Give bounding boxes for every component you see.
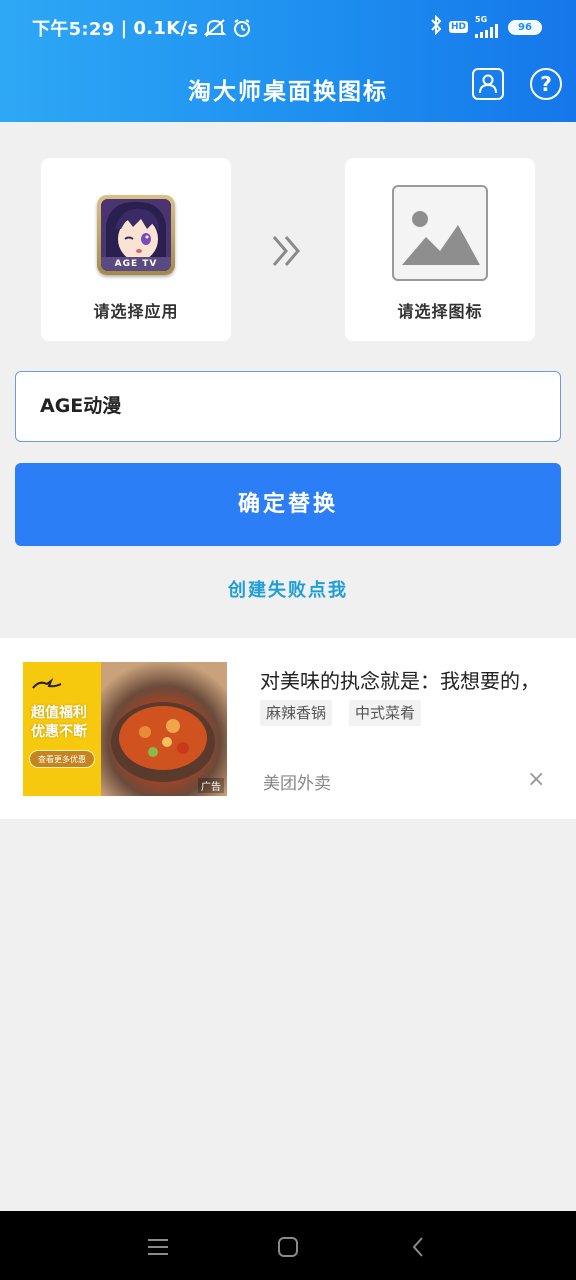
status-time: 下午5:29: [32, 19, 115, 40]
signal-icon: [475, 24, 498, 38]
back-icon: [412, 1237, 423, 1257]
ad-chip: 麻辣香锅: [260, 700, 333, 726]
double-chevron-right-icon: [270, 233, 306, 269]
select-icon-label: 请选择图标: [397, 302, 483, 321]
app-header: 下午5:29 | 0.1K/s HD 5G 96 淘大师桌面换图标 ?: [0, 0, 576, 122]
home-icon: [278, 1237, 298, 1257]
ad-slogan: 超值福利 优惠不断: [31, 704, 87, 742]
home-button[interactable]: [274, 1233, 302, 1261]
ad-food-photo: [101, 662, 227, 796]
create-failed-link[interactable]: 创建失败点我: [0, 576, 576, 602]
bluetooth-icon: [430, 14, 442, 39]
status-bar: 下午5:29 | 0.1K/s HD 5G 96: [0, 0, 576, 54]
select-app-label: 请选择应用: [93, 302, 179, 321]
ad-slogan-line1: 超值福利: [31, 705, 87, 721]
network-label: 5G: [475, 15, 488, 24]
signal-group: 5G: [475, 16, 501, 38]
ad-tag: 广告: [198, 778, 224, 793]
status-speed: 0.1K/s: [133, 17, 199, 39]
ad-cta-button[interactable]: 查看更多优惠: [29, 750, 95, 768]
ad-source: 美团外卖: [263, 774, 331, 794]
selected-app-icon: AGE TV: [97, 195, 175, 275]
status-right: HD 5G 96: [430, 14, 542, 39]
help-button[interactable]: ?: [530, 68, 562, 100]
system-nav-bar: [0, 1211, 576, 1280]
user-icon: [479, 74, 497, 94]
ad-slogan-line2: 优惠不断: [31, 724, 87, 740]
title-bar: 淘大师桌面换图标 ?: [0, 60, 576, 110]
ad-title[interactable]: 对美味的执念就是：我想要的，: [260, 665, 570, 694]
battery-indicator: 96: [508, 19, 542, 35]
select-icon-card[interactable]: 请选择图标: [345, 158, 535, 341]
kangaroo-logo-icon: [32, 678, 62, 689]
menu-icon: [148, 1239, 168, 1255]
ad-image[interactable]: 超值福利 优惠不断 查看更多优惠 广告: [23, 662, 227, 796]
menu-button[interactable]: [144, 1233, 172, 1261]
app-thumb-label: AGE TV: [114, 259, 158, 269]
alarm-icon: [232, 18, 252, 38]
ad-chip: 中式菜肴: [349, 700, 422, 726]
status-divider: |: [120, 17, 128, 39]
user-button[interactable]: [472, 68, 504, 100]
close-icon[interactable]: ×: [527, 769, 545, 791]
app-name-input[interactable]: AGE动漫: [15, 371, 561, 442]
select-app-card[interactable]: AGE TV 请选择应用: [41, 158, 231, 341]
back-button[interactable]: [404, 1233, 432, 1261]
status-left: 下午5:29 | 0.1K/s: [32, 15, 252, 41]
image-placeholder-icon: [392, 185, 488, 281]
ad-card[interactable]: 超值福利 优惠不断 查看更多优惠 广告 对美味的执念就是：我想要的， 麻辣香锅 …: [0, 638, 576, 819]
ad-banner-left: 超值福利 优惠不断 查看更多优惠: [23, 662, 101, 796]
confirm-replace-button[interactable]: 确定替换: [15, 463, 561, 546]
mute-icon: [204, 18, 227, 38]
app-thumb-art: AGE TV: [101, 199, 171, 271]
help-icon: ?: [540, 72, 552, 96]
hd-badge: HD: [448, 21, 468, 33]
